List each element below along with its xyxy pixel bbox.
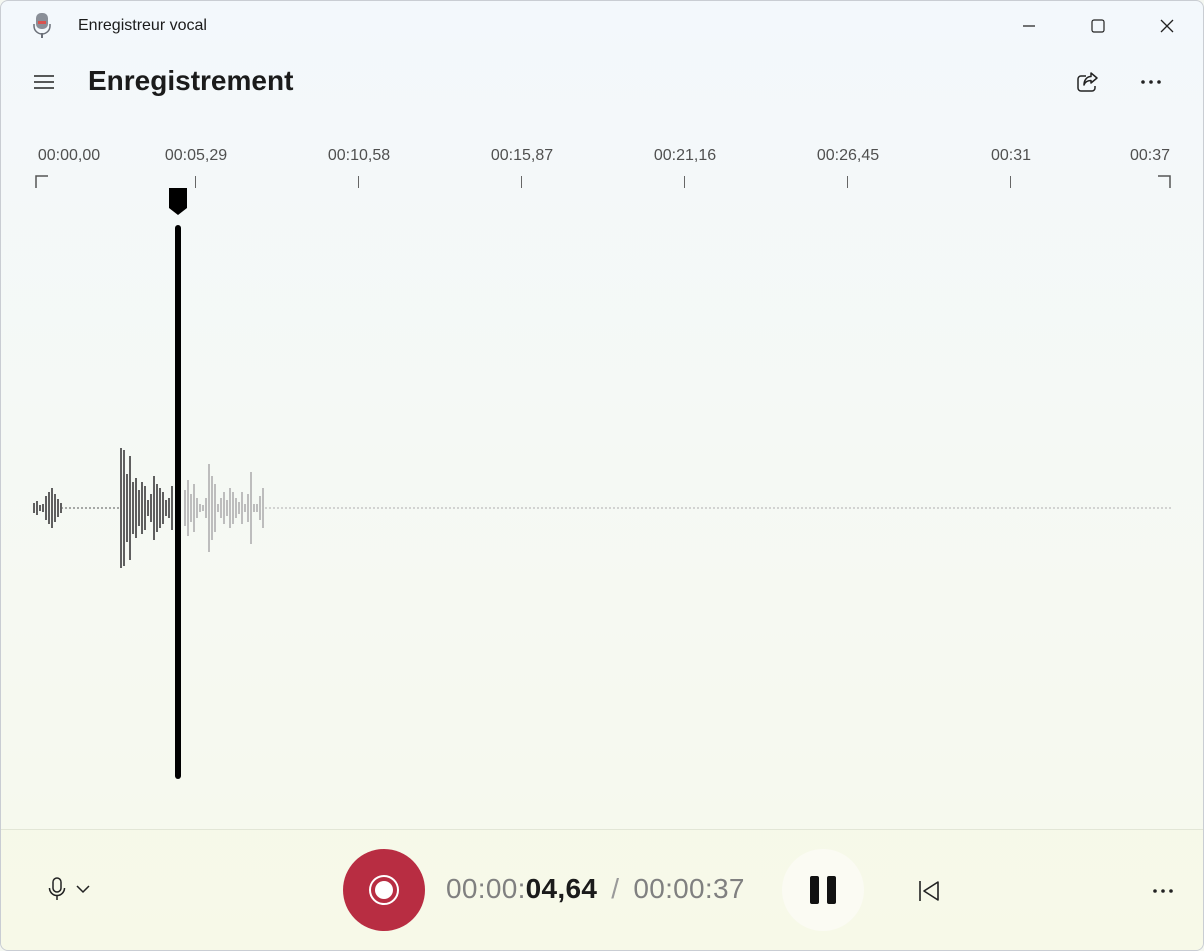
time-tick-label: 00:15,87 <box>490 147 554 164</box>
current-time-prefix: 00:00: <box>446 873 526 904</box>
total-time: 00:00:37 <box>633 873 745 904</box>
time-separator: / <box>611 873 620 904</box>
waveform <box>33 175 1171 568</box>
share-icon <box>1077 72 1098 92</box>
pause-button[interactable] <box>782 849 864 931</box>
time-tick-label: 00:21,16 <box>653 147 717 164</box>
time-tick-mark <box>684 176 685 188</box>
record-icon <box>369 875 399 905</box>
minimize-icon <box>1023 25 1035 27</box>
more-options-button[interactable] <box>1132 63 1170 101</box>
microphone-app-icon <box>32 13 52 39</box>
time-tick-mark <box>847 176 848 188</box>
maximize-icon <box>1091 19 1105 33</box>
microphone-selector-button[interactable] <box>37 867 101 911</box>
skip-to-start-icon <box>919 881 939 901</box>
microphone-icon <box>48 877 66 900</box>
close-icon <box>1160 19 1174 33</box>
time-tick-mark <box>195 176 196 188</box>
waveform-played <box>33 448 173 568</box>
waveform-unplayed <box>184 464 264 552</box>
time-tick-mark <box>521 176 522 188</box>
time-tick-label: 00:31 <box>990 147 1032 164</box>
playhead-line[interactable] <box>175 225 181 779</box>
navigation-menu-button[interactable] <box>27 65 61 99</box>
time-tick-label: 00:10,58 <box>327 147 391 164</box>
time-tick-label: 00:05,29 <box>164 147 228 164</box>
window-title: Enregistreur vocal <box>78 17 207 34</box>
more-horizontal-icon <box>1141 80 1161 84</box>
record-button[interactable] <box>343 849 425 931</box>
maximize-button[interactable] <box>1064 1 1132 51</box>
share-button[interactable] <box>1069 63 1107 101</box>
time-tick-label: 00:37 <box>1129 147 1171 164</box>
hamburger-icon <box>34 75 54 89</box>
minimize-button[interactable] <box>995 1 1063 51</box>
page-title: Enregistrement <box>88 65 294 96</box>
time-tick-mark <box>1010 176 1011 188</box>
skip-to-start-button[interactable] <box>907 869 951 913</box>
chevron-down-icon <box>76 885 90 894</box>
pause-icon <box>806 876 840 904</box>
timeline-end-bracket <box>1158 175 1171 188</box>
title-bar: Enregistreur vocal <box>1 1 1203 51</box>
more-options-button-bottom[interactable] <box>1142 869 1184 913</box>
time-tick-mark <box>358 176 359 188</box>
close-button[interactable] <box>1133 1 1201 51</box>
time-display: 00:00:04,64 / 00:00:37 <box>446 873 745 905</box>
more-horizontal-icon <box>1153 889 1173 893</box>
current-time: 04,64 <box>525 873 598 904</box>
playhead-handle[interactable] <box>168 188 188 216</box>
playhead-marker-icon <box>169 188 187 215</box>
voice-recorder-window: Enregistreur vocal Enregistrement 00:00,… <box>0 0 1204 951</box>
time-tick-label: 00:26,45 <box>816 147 880 164</box>
timeline-start-bracket <box>35 175 48 188</box>
time-tick-label: 00:00,00 <box>37 147 101 164</box>
